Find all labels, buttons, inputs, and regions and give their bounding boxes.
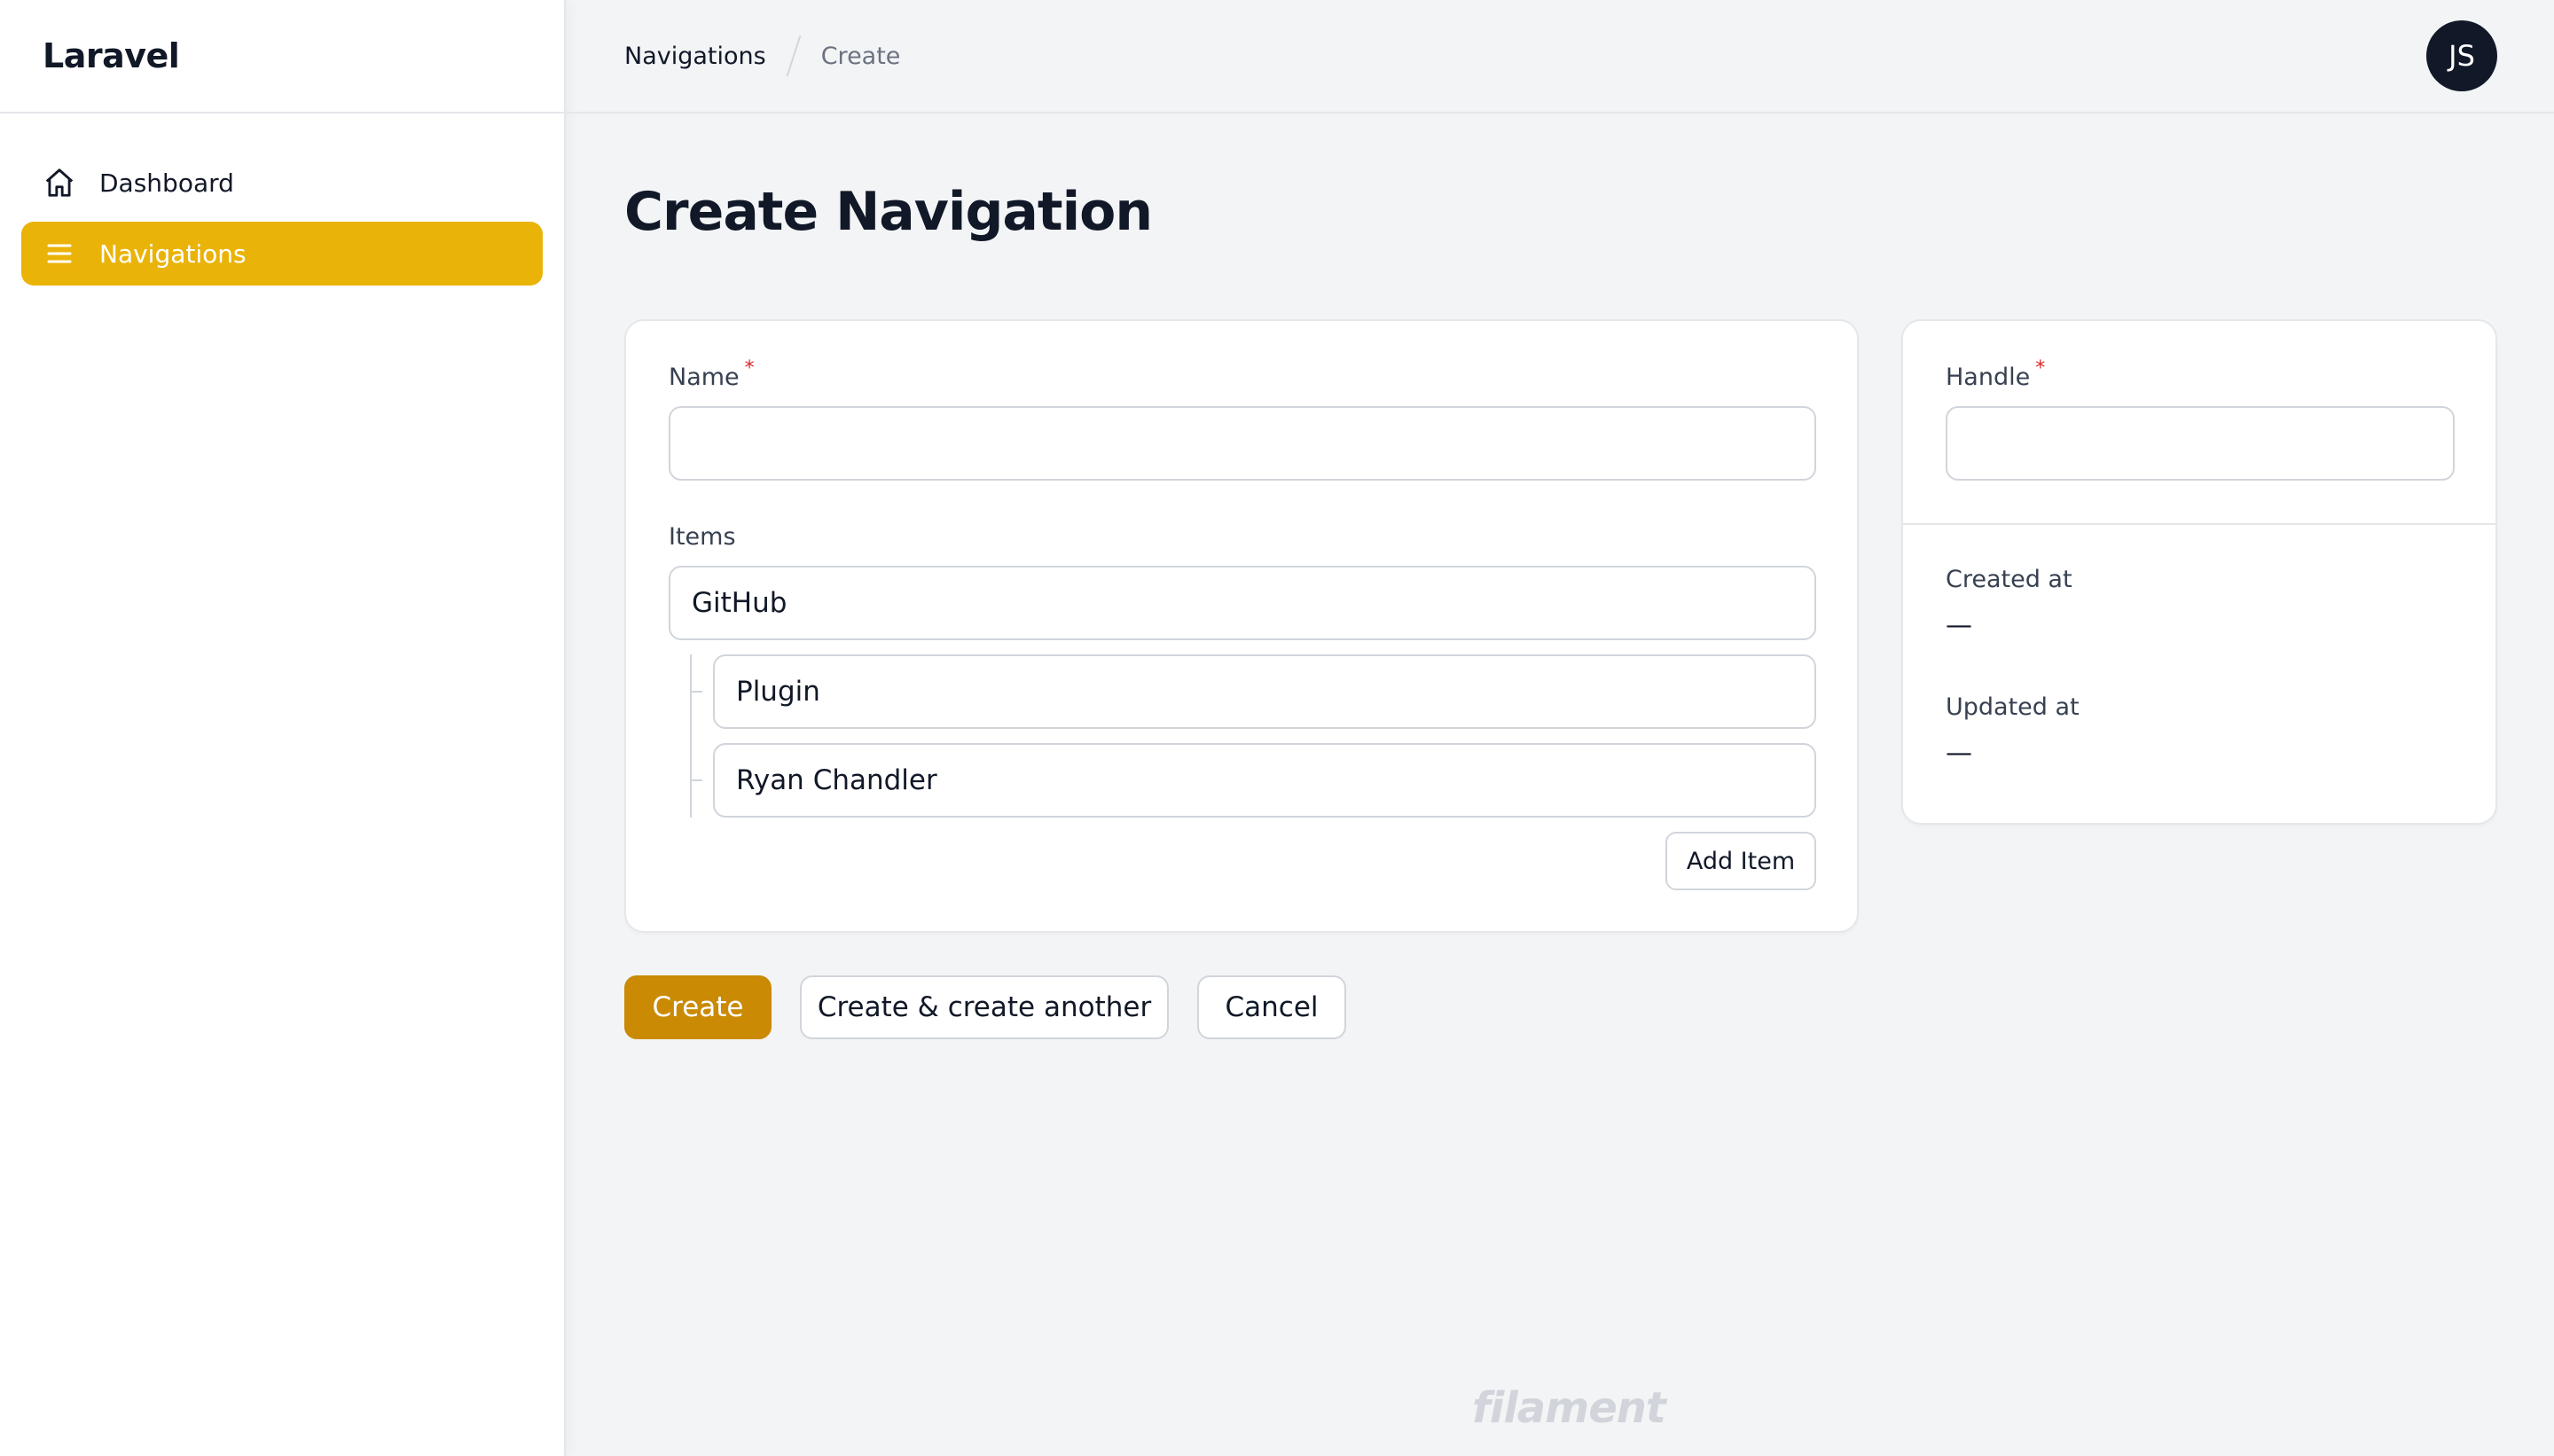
filament-logo: filament	[1472, 1383, 1666, 1433]
breadcrumb-create: Create	[820, 42, 901, 70]
updated-at-label: Updated at	[1946, 693, 2080, 721]
sidebar: Laravel Dashboard Navigations	[0, 0, 566, 1456]
side-card: Handle * Created at — Updated at —	[1901, 319, 2497, 825]
created-at-label: Created at	[1946, 566, 2072, 593]
home-icon	[43, 166, 76, 200]
menu-icon	[43, 237, 76, 270]
tree-tick	[692, 691, 702, 693]
page-title: Create Navigation	[624, 181, 1153, 243]
sidebar-item-label: Navigations	[99, 239, 247, 269]
name-input[interactable]	[669, 406, 1816, 481]
name-label: Name *	[669, 357, 755, 391]
tree-connector	[690, 654, 692, 818]
app-root: Laravel Dashboard Navigations Navigation…	[0, 0, 2554, 1456]
name-label-text: Name	[669, 364, 740, 391]
breadcrumb-separator	[786, 35, 802, 76]
required-mark: *	[744, 357, 755, 380]
sidebar-item-navigations[interactable]: Navigations	[21, 222, 543, 286]
created-at-value: —	[1946, 610, 1972, 641]
item-label: GitHub	[692, 587, 787, 619]
main-form-card: Name * Items GitHub Plugin Ryan Chandler …	[624, 319, 1859, 933]
item-github[interactable]: GitHub	[669, 566, 1816, 640]
item-label: Plugin	[736, 676, 820, 708]
required-mark: *	[2035, 357, 2046, 380]
add-item-button[interactable]: Add Item	[1665, 832, 1816, 890]
avatar[interactable]: JS	[2426, 20, 2497, 91]
breadcrumb-navigations[interactable]: Navigations	[624, 43, 766, 70]
updated-at-value: —	[1946, 738, 1972, 769]
topbar: Navigations Create JS	[566, 0, 2554, 114]
divider	[1903, 523, 2495, 525]
handle-input[interactable]	[1946, 406, 2455, 481]
item-label: Ryan Chandler	[736, 764, 937, 796]
item-plugin[interactable]: Plugin	[713, 654, 1816, 729]
handle-label-text: Handle	[1946, 364, 2031, 391]
sidebar-item-label: Dashboard	[99, 168, 234, 198]
cancel-button[interactable]: Cancel	[1197, 975, 1346, 1039]
handle-label: Handle *	[1946, 357, 2045, 391]
tree-tick	[692, 779, 702, 781]
brand-logo[interactable]: Laravel	[0, 0, 564, 114]
create-another-button[interactable]: Create & create another	[800, 975, 1169, 1039]
item-ryan-chandler[interactable]: Ryan Chandler	[713, 743, 1816, 818]
items-label: Items	[669, 523, 736, 551]
create-button[interactable]: Create	[624, 975, 772, 1039]
sidebar-item-dashboard[interactable]: Dashboard	[21, 151, 543, 215]
sidebar-nav: Dashboard Navigations	[0, 114, 564, 286]
